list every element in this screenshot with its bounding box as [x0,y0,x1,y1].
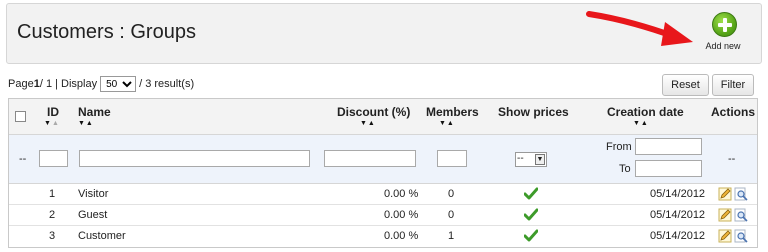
row-id: 3 [49,230,56,242]
row-members: 0 [448,209,455,221]
row-discount: 0.00 % [384,230,419,242]
add-new-label: Add new [705,41,741,51]
magnifier-icon[interactable] [734,187,748,201]
add-new-button[interactable]: Add new [698,12,748,54]
column-header-members: Members [426,105,479,119]
filter-button[interactable]: Filter [712,74,754,96]
filter-date-to-label: To [619,163,631,175]
chevron-down-icon: ▼ [535,154,545,165]
filter-empty-marker: -- [19,153,27,165]
table-row[interactable]: 3 Customer 0.00 % 1 05/14/2012 [9,226,757,247]
column-header-id: ID [47,105,59,119]
row-discount: 0.00 % [384,209,419,221]
table-row[interactable]: 2 Guest 0.00 % 0 05/14/2012 [9,205,757,226]
row-name: Guest [78,209,108,221]
sort-date-controls[interactable]: ▼▲ [633,120,649,127]
sort-name-controls[interactable]: ▼▲ [78,120,94,127]
row-members: 1 [448,230,455,242]
column-header-show-prices: Show prices [498,105,569,119]
checkmark-icon [524,187,538,200]
magnifier-icon[interactable] [734,229,748,243]
sort-id-controls[interactable]: ▼▲ [44,120,60,127]
row-name: Customer [78,230,126,242]
table-row[interactable]: 1 Visitor 0.00 % 0 05/14/2012 [9,184,757,205]
pencil-icon[interactable] [718,208,732,222]
reset-button[interactable]: Reset [662,74,709,96]
table-header-row: ID ▼▲ Name ▼▲ Discount (%) ▼▲ Members ▼▲… [9,99,757,135]
filter-members-input[interactable] [437,150,467,167]
checkmark-icon [524,208,538,221]
filter-discount-input[interactable] [324,150,416,167]
filter-show-prices-value: -- [517,153,524,164]
red-arrow-icon [586,11,693,46]
column-header-discount: Discount (%) [337,105,411,119]
per-page-select[interactable]: 50 [100,76,137,92]
select-all-checkbox[interactable] [15,111,26,122]
row-creation-date: 05/14/2012 [650,188,706,200]
pencil-icon[interactable] [718,229,732,243]
page-title: Customers : Groups [17,21,196,43]
groups-table: ID ▼▲ Name ▼▲ Discount (%) ▼▲ Members ▼▲… [8,98,758,248]
filter-date-to-input[interactable] [635,160,702,177]
page-label: Page [8,78,34,90]
filter-actions-marker: -- [728,153,736,165]
filter-name-input[interactable] [79,150,310,167]
plus-circle-icon [712,12,737,37]
column-header-name: Name [78,105,111,119]
row-members: 0 [448,188,455,200]
table-body: 1 Visitor 0.00 % 0 05/14/2012 2 Guest 0.00 % 0 05… [9,184,757,247]
results-count: / 3 result(s) [139,78,195,90]
row-name: Visitor [78,188,109,200]
magnifier-icon[interactable] [734,208,748,222]
checkmark-icon [524,229,538,242]
row-discount: 0.00 % [384,188,419,200]
column-header-creation-date: Creation date [607,105,684,119]
filter-id-input[interactable] [39,150,68,167]
filter-date-from-input[interactable] [635,138,702,155]
filter-row: -- -- ▼ From To -- [9,135,757,184]
sort-members-controls[interactable]: ▼▲ [439,120,455,127]
sort-discount-controls[interactable]: ▼▲ [360,120,376,127]
filter-show-prices-select[interactable]: -- ▼ [515,152,547,167]
row-id: 2 [49,209,56,221]
row-creation-date: 05/14/2012 [650,209,706,221]
column-header-actions: Actions [711,105,756,119]
pagination: Page 1 / 1 | Display 50 / 3 result(s) [8,76,194,92]
row-id: 1 [49,188,56,200]
row-creation-date: 05/14/2012 [650,230,706,242]
page-count-label: / 1 | Display [39,78,98,90]
filter-date-from-label: From [606,141,632,153]
pencil-icon[interactable] [718,187,732,201]
